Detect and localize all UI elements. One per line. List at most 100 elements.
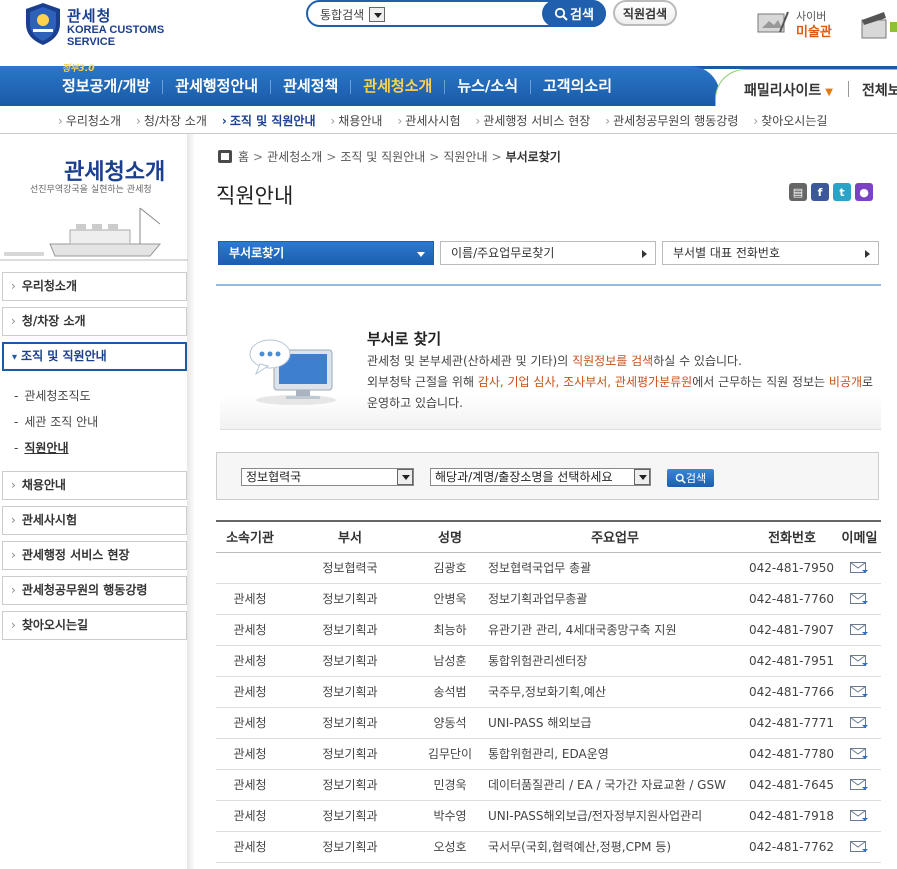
sub-department-select[interactable]: 해당과/계명/출장소명을 선택하세요 <box>430 468 651 486</box>
cell-name: 박수영 <box>416 800 484 832</box>
cell-task: 정보기획과업무총괄 <box>484 583 746 615</box>
tab-department-phone[interactable]: 부서별 대표 전화번호 <box>662 241 879 265</box>
envelope-icon[interactable] <box>850 561 869 575</box>
cell-dept: 정보기획과 <box>284 614 416 646</box>
chevron-right-icon <box>642 250 647 258</box>
integrated-search-box: 통합검색 검색 <box>306 0 606 27</box>
cell-task: UNI-PASS 해외보급 <box>484 707 746 739</box>
cell-task: 유관기관 관리, 4세대국종망구축 지원 <box>484 614 746 646</box>
chevron-down-icon <box>369 6 386 22</box>
gnb-item-customer-voice[interactable]: 고객의소리 <box>531 66 624 106</box>
chevron-down-icon <box>634 469 650 485</box>
filter-search-button[interactable]: 검색 <box>667 469 714 487</box>
sitemap-link[interactable]: 전체보 <box>862 80 897 100</box>
gnb-item-info-open[interactable]: 정부3.0 정보공개/개방 <box>50 64 162 106</box>
envelope-icon[interactable] <box>850 716 869 730</box>
page-title: 직원안내 <box>216 184 294 208</box>
subnav-item-commissioner[interactable]: 청/차장 소개 <box>136 112 222 129</box>
table-row: 관세청 정보기획과 최능하 유관기관 관리, 4세대국종망구축 지원 042-4… <box>216 614 881 646</box>
table-row: 관세청 정보기획과 송석범 국주무,정보화기획,예산 042-481-7766 <box>216 676 881 708</box>
facebook-icon[interactable]: f <box>811 183 829 201</box>
lnb-subitem-staff-guide[interactable]: 직원안내 <box>14 435 187 461</box>
envelope-icon[interactable] <box>850 654 869 668</box>
lnb-item-service[interactable]: 관세행정 서비스 현장 <box>2 541 187 570</box>
cell-dept: 정보기획과 <box>284 800 416 832</box>
cell-phone: 042-481-7762 <box>746 831 838 863</box>
staff-search-button[interactable]: 직원검색 <box>613 0 677 26</box>
envelope-icon[interactable] <box>850 778 869 792</box>
subnav-item-directions[interactable]: 찾아오시는길 <box>753 112 842 129</box>
gnb-item-about[interactable]: 관세청소개 <box>351 66 444 106</box>
cell-org: 관세청 <box>216 831 284 863</box>
table-header-row: 소속기관 부서 성명 주요업무 전화번호 이메일 <box>216 520 881 553</box>
site-logo[interactable]: 관세청 KOREA CUSTOMS SERVICE <box>24 2 194 50</box>
cell-phone: 042-481-7645 <box>746 769 838 801</box>
cell-org: 관세청 <box>216 707 284 739</box>
cell-phone: 042-481-7771 <box>746 707 838 739</box>
cell-email <box>838 552 881 584</box>
intro-text: 관세청 및 본부세관(산하세관 및 기타)의 직원정보를 검색하실 수 있습니다… <box>367 354 874 410</box>
table-row: 관세청 정보기획과 양동석 UNI-PASS 해외보급 042-481-7771 <box>216 707 881 739</box>
subnav-item-recruit[interactable]: 채용안내 <box>330 112 397 129</box>
cell-org: 관세청 <box>216 769 284 801</box>
lnb-item-organization[interactable]: 조직 및 직원안내 <box>2 342 187 371</box>
table-row: 관세청 정보기획과 김무단이 통합위험관리, EDA운영 042-481-778… <box>216 738 881 770</box>
gnb-item-policy[interactable]: 관세정책 <box>271 66 350 106</box>
gnb-item-admin-guide[interactable]: 관세행정안내 <box>163 66 270 106</box>
lnb-item-commissioner[interactable]: 청/차장 소개 <box>2 307 187 336</box>
subnav-item-intro[interactable]: 우리청소개 <box>58 112 136 129</box>
breadcrumb-organization[interactable]: 조직 및 직원안내 <box>340 148 425 165</box>
cell-org: 관세청 <box>216 738 284 770</box>
envelope-icon[interactable] <box>850 747 869 761</box>
cell-email <box>838 676 881 708</box>
table-row: 관세청 정보기획과 오성호 국서무(국회,협력예산,정평,CPM 등) 042-… <box>216 831 881 863</box>
family-site-dropdown[interactable]: 패밀리사이트 ▼ <box>744 80 833 100</box>
cell-email <box>838 583 881 615</box>
envelope-icon[interactable] <box>850 840 869 854</box>
logo-english-text: KOREA CUSTOMS SERVICE <box>67 24 165 48</box>
cell-task: 데이터품질관리 / EA / 국가간 자료교환 / GSW <box>484 769 746 801</box>
tab-by-name-task[interactable]: 이름/주요업무로찾기 <box>440 241 656 265</box>
envelope-icon[interactable] <box>850 623 869 637</box>
twitter-icon[interactable]: t <box>833 183 851 201</box>
gnb-item-news[interactable]: 뉴스/소식 <box>445 66 530 106</box>
search-scope-select[interactable]: 통합검색 <box>320 5 386 23</box>
lnb-subitem-branch-org[interactable]: 세관 조직 안내 <box>14 409 187 435</box>
envelope-icon[interactable] <box>850 685 869 699</box>
cell-org: 관세청 <box>216 676 284 708</box>
lnb-item-recruit[interactable]: 채용안내 <box>2 471 187 500</box>
subnav-item-conduct[interactable]: 관세청공무원의 행동강령 <box>605 112 753 129</box>
subnav-item-exam[interactable]: 관세사시험 <box>397 112 475 129</box>
site-header: 관세청 KOREA CUSTOMS SERVICE 통합검색 검색 직원검색 사… <box>0 0 897 66</box>
global-navigation: 정부3.0 정보공개/개방 관세행정안내 관세정책 관세청소개 뉴스/소식 고객… <box>0 64 897 106</box>
cell-org: 관세청 <box>216 614 284 646</box>
cell-email <box>838 769 881 801</box>
envelope-icon[interactable] <box>850 592 869 606</box>
cell-name: 양동석 <box>416 707 484 739</box>
cyber-gallery-link[interactable]: 사이버 미술관 <box>756 8 846 48</box>
print-icon[interactable]: ▤ <box>789 183 807 201</box>
breadcrumb-home[interactable]: 홈 <box>238 148 249 165</box>
lnb-item-intro[interactable]: 우리청소개 <box>2 272 187 301</box>
cell-email <box>838 800 881 832</box>
me2day-icon[interactable]: ● <box>855 183 873 201</box>
cell-phone: 042-481-7780 <box>746 738 838 770</box>
subnav-item-organization[interactable]: 조직 및 직원안내 <box>222 112 331 129</box>
lnb-item-directions[interactable]: 찾아오시는길 <box>2 611 187 640</box>
monitor-chat-icon <box>249 339 336 405</box>
breadcrumb-staff-guide[interactable]: 직원안내 <box>443 148 487 165</box>
clapper-icon[interactable] <box>860 8 897 48</box>
lnb-item-conduct[interactable]: 관세청공무원의 행동강령 <box>2 576 187 605</box>
table-row: 관세청 정보기획과 남성훈 통합위험관리센터장 042-481-7951 <box>216 645 881 677</box>
breadcrumb-about[interactable]: 관세청소개 <box>267 148 322 165</box>
lnb-item-exam[interactable]: 관세사시험 <box>2 506 187 535</box>
home-icon[interactable] <box>218 150 232 163</box>
lnb-subitem-org-chart[interactable]: 관세청조직도 <box>14 383 187 409</box>
intro-title: 부서로 찾기 <box>367 330 442 348</box>
department-select[interactable]: 정보협력국 <box>241 468 414 486</box>
tab-by-department[interactable]: 부서로찾기 <box>218 241 434 265</box>
subnav-item-service[interactable]: 관세행정 서비스 현장 <box>475 112 605 129</box>
cell-phone: 042-481-7951 <box>746 645 838 677</box>
search-button[interactable]: 검색 <box>542 0 606 27</box>
envelope-icon[interactable] <box>850 809 869 823</box>
